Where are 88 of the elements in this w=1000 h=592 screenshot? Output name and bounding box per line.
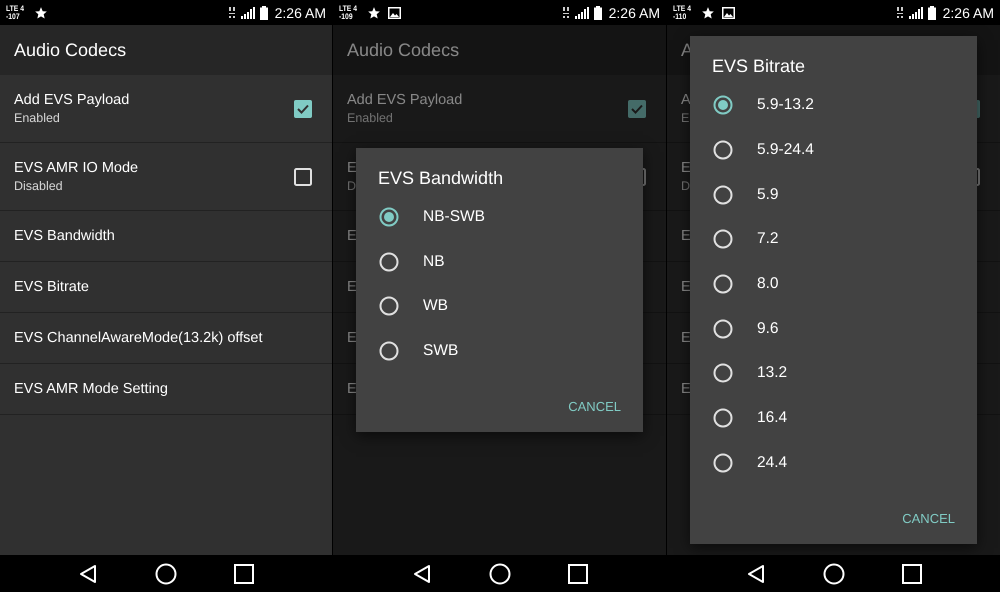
home-icon[interactable] — [822, 562, 844, 584]
dialog-title: EVS Bitrate — [712, 56, 806, 77]
setting-title[interactable]: EVS ChannelAwareMode(13.2k) offset — [14, 330, 263, 346]
checkbox[interactable] — [628, 100, 646, 118]
radio-button[interactable] — [713, 229, 733, 250]
radio-option[interactable]: SWB — [356, 328, 643, 374]
setting-summary: Enabled — [14, 111, 61, 125]
setting-title[interactable]: E — [681, 381, 691, 397]
signal-icon — [240, 6, 255, 18]
radio-option[interactable]: 16.4 — [690, 396, 977, 440]
setting-summary: D — [681, 179, 691, 193]
overview-icon[interactable] — [902, 564, 922, 584]
image-icon — [722, 6, 736, 18]
home-icon[interactable] — [488, 562, 510, 584]
setting-title[interactable]: E — [681, 279, 691, 295]
cancel-button[interactable]: CANCEL — [560, 395, 629, 418]
back-icon[interactable] — [412, 564, 432, 584]
data-icon — [896, 6, 904, 19]
clock: 2:26 AM — [274, 4, 326, 20]
radio-button[interactable] — [379, 206, 399, 227]
setting-title[interactable]: E — [347, 279, 357, 295]
radio-option[interactable]: WB — [356, 284, 643, 329]
radio-option[interactable]: 7.2 — [690, 216, 977, 262]
setting-title[interactable]: E — [681, 160, 691, 176]
back-icon[interactable] — [78, 564, 98, 584]
cancel-button[interactable]: CANCEL — [894, 507, 963, 530]
checkbox[interactable] — [294, 168, 312, 186]
clock: 2:26 AM — [942, 4, 994, 20]
home-icon[interactable] — [154, 562, 177, 584]
star-icon — [34, 6, 48, 20]
data-icon — [562, 6, 570, 19]
radio-button[interactable] — [713, 184, 733, 205]
star-icon — [701, 6, 716, 20]
battery-icon — [594, 6, 602, 20]
screen-title: Audio Codecs — [347, 40, 460, 60]
network-indicator: LTE 4 -109 — [339, 4, 358, 20]
setting-title[interactable]: EVS AMR IO Mode — [14, 160, 138, 176]
radio-button[interactable] — [379, 296, 399, 316]
back-icon[interactable] — [746, 564, 766, 584]
dialog-title: EVS Bandwidth — [378, 168, 504, 189]
radio-button[interactable] — [713, 95, 733, 116]
radio-option[interactable]: 13.2 — [690, 351, 977, 396]
setting-title[interactable]: Add EVS Payload — [14, 92, 130, 108]
radio-button[interactable] — [713, 452, 733, 473]
checkbox[interactable] — [294, 100, 312, 118]
setting-title[interactable]: E — [681, 228, 691, 244]
radio-option[interactable]: NB-SWB — [356, 194, 643, 240]
setting-title[interactable]: E — [347, 381, 357, 397]
screen-title: Audio Codecs — [14, 40, 126, 60]
signal-icon — [574, 6, 589, 18]
setting-title[interactable]: E — [347, 160, 357, 176]
radio-option[interactable]: 5.9-13.2 — [690, 82, 977, 128]
setting-title[interactable]: EVS AMR Mode Setting — [14, 381, 168, 397]
radio-button[interactable] — [379, 252, 399, 272]
setting-title[interactable]: Add EVS Payload — [347, 92, 462, 108]
radio-button[interactable] — [713, 140, 733, 160]
radio-option[interactable]: 9.6 — [690, 306, 977, 352]
setting-summary: Enabled — [347, 111, 394, 125]
radio-option[interactable]: 8.0 — [690, 262, 977, 306]
setting-summary: Disabled — [14, 179, 64, 193]
clock: 2:26 AM — [608, 4, 660, 20]
radio-button[interactable] — [713, 318, 733, 339]
radio-option[interactable]: 5.9-24.4 — [690, 128, 977, 172]
image-icon — [388, 6, 402, 18]
signal-icon — [908, 6, 923, 18]
radio-button[interactable] — [713, 408, 733, 428]
battery-icon — [928, 6, 936, 20]
setting-title[interactable]: A — [681, 92, 691, 108]
setting-title[interactable]: EVS Bandwidth — [14, 228, 115, 244]
setting-title[interactable]: EVS Bitrate — [14, 279, 89, 295]
star-icon — [367, 6, 382, 20]
overview-icon[interactable] — [234, 564, 254, 584]
setting-title[interactable]: E — [681, 330, 691, 346]
network-indicator: LTE 4 -110 — [673, 4, 692, 20]
setting-title[interactable]: E — [347, 330, 357, 346]
radio-option[interactable]: 24.4 — [690, 440, 977, 486]
setting-summary: D — [347, 179, 357, 193]
data-icon — [228, 6, 236, 19]
setting-title[interactable]: E — [347, 228, 357, 244]
radio-button[interactable] — [379, 341, 399, 362]
overview-icon[interactable] — [568, 564, 588, 584]
network-indicator: LTE 4 -107 — [6, 4, 25, 20]
radio-button[interactable] — [713, 274, 733, 294]
radio-button[interactable] — [713, 363, 733, 384]
battery-icon — [260, 6, 268, 20]
setting-summary: E — [681, 111, 690, 125]
radio-option[interactable]: NB — [356, 239, 643, 284]
radio-option[interactable]: 5.9 — [690, 172, 977, 217]
